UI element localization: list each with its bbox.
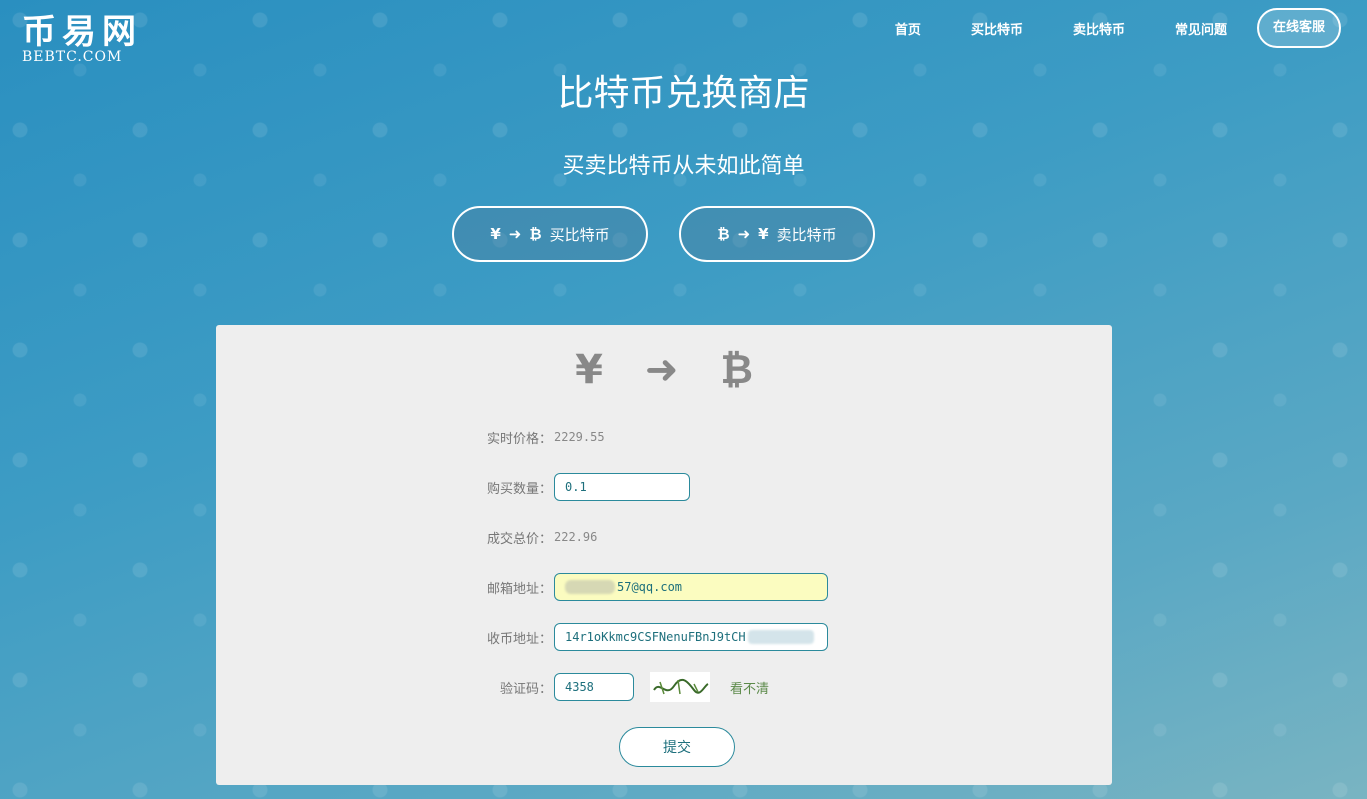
email-label: 邮箱地址： <box>486 581 552 597</box>
buy-form-panel: ¥ ➜ ₿ 实时价格： 2229.55 购买数量： 0.1 成交总价： 222.… <box>216 325 1112 785</box>
price-value: 2229.55 <box>554 430 605 444</box>
total-label: 成交总价： <box>486 531 552 547</box>
yuan-icon: ¥ <box>490 225 501 243</box>
top-nav: 首页 买比特币 卖比特币 常见问题 在线客服 <box>845 8 1341 48</box>
buy-bitcoin-label: 买比特币 <box>549 225 610 244</box>
nav-faq[interactable]: 常见问题 <box>1175 19 1227 38</box>
online-service-button[interactable]: 在线客服 <box>1256 8 1341 48</box>
total-value: 222.96 <box>554 530 598 544</box>
submit-button[interactable]: 提交 <box>619 727 735 767</box>
redacted-blur <box>747 630 814 644</box>
site-logo[interactable]: 币易网 BEBTC.COM <box>22 14 152 64</box>
address-value: 14r1oKkmc9CSFNenuFBnJ9tCH <box>565 630 746 644</box>
captcha-input[interactable]: 4358 <box>554 673 634 701</box>
email-row: 邮箱地址： 57@qq.com <box>478 572 828 602</box>
price-label: 实时价格： <box>486 431 552 447</box>
arrow-right-icon: ➜ <box>737 225 751 243</box>
page-subtitle: 买卖比特币从未如此简单 <box>562 154 805 179</box>
captcha-label: 验证码： <box>499 681 552 697</box>
quantity-row: 购买数量： 0.1 <box>478 472 690 502</box>
email-input[interactable]: 57@qq.com <box>554 573 828 601</box>
buy-bitcoin-button[interactable]: ¥ ➜ ₿ 买比特币 <box>452 206 648 262</box>
captcha-image[interactable] <box>650 672 710 702</box>
bitcoin-icon: ₿ <box>529 225 542 243</box>
bitcoin-icon: ₿ <box>717 225 730 243</box>
exchange-flow: ¥ ➜ ₿ <box>216 347 1112 393</box>
sell-bitcoin-label: 卖比特币 <box>776 225 837 244</box>
address-label: 收币地址： <box>486 631 552 647</box>
quantity-label: 购买数量： <box>486 481 552 497</box>
price-row: 实时价格： 2229.55 <box>478 422 605 452</box>
arrow-right-icon: ➜ <box>508 225 522 243</box>
address-row: 收币地址： 14r1oKkmc9CSFNenuFBnJ9tCH <box>478 622 828 652</box>
total-row: 成交总价： 222.96 <box>478 522 597 552</box>
bitcoin-icon: ₿ <box>720 347 753 393</box>
redacted-blur <box>565 580 615 594</box>
sell-bitcoin-button[interactable]: ₿ ➜ ¥ 卖比特币 <box>679 206 875 262</box>
nav-home[interactable]: 首页 <box>895 19 921 38</box>
address-input[interactable]: 14r1oKkmc9CSFNenuFBnJ9tCH <box>554 623 828 651</box>
logo-english: BEBTC.COM <box>22 49 123 65</box>
email-value: 57@qq.com <box>617 580 683 594</box>
arrow-right-icon: ➜ <box>644 347 679 393</box>
yuan-icon: ¥ <box>575 347 603 393</box>
captcha-row: 验证码： 4358 看不清 <box>478 672 769 702</box>
yuan-icon: ¥ <box>758 225 769 243</box>
page-title: 比特币兑换商店 <box>557 73 810 114</box>
quantity-input[interactable]: 0.1 <box>554 473 690 501</box>
nav-sell[interactable]: 卖比特币 <box>1073 19 1125 38</box>
logo-chinese: 币易网 <box>22 12 142 52</box>
refresh-captcha-link[interactable]: 看不清 <box>730 678 769 697</box>
nav-buy[interactable]: 买比特币 <box>971 19 1023 38</box>
